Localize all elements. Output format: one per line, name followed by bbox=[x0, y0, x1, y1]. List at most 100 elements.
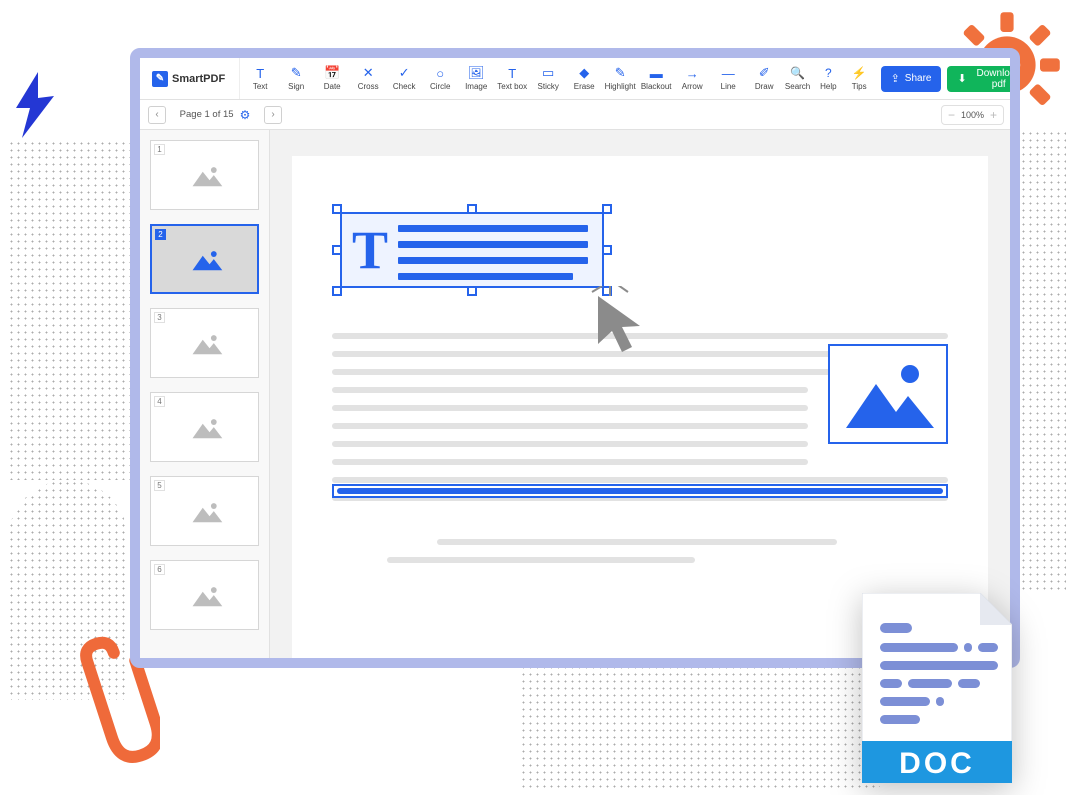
thumbnail[interactable]: 4 bbox=[150, 392, 259, 462]
tool-label: Sticky bbox=[538, 82, 559, 91]
help-icon: ? bbox=[825, 66, 832, 80]
dots-decoration bbox=[520, 650, 880, 790]
tool-textbox[interactable]: TText box bbox=[494, 58, 530, 99]
download-button[interactable]: ⬇ Download pdf bbox=[947, 66, 1020, 92]
textbox-icon: T bbox=[508, 66, 516, 80]
share-button-label: Share bbox=[905, 73, 932, 84]
resize-handle[interactable] bbox=[602, 286, 612, 296]
tool-draw[interactable]: ✐Draw bbox=[746, 58, 782, 99]
tool-label: Blackout bbox=[641, 82, 672, 91]
image-icon bbox=[190, 247, 220, 271]
image-icon: 🖼 bbox=[468, 66, 485, 80]
tips-tool[interactable]: ⚡ Tips bbox=[844, 66, 875, 91]
tool-erase[interactable]: ◆Erase bbox=[566, 58, 602, 99]
tool-arrow[interactable]: → Arrow bbox=[674, 58, 710, 99]
thumbnail[interactable]: 3 bbox=[150, 308, 259, 378]
tool-blackout[interactable]: ▬Blackout bbox=[638, 58, 674, 99]
tool-highlight[interactable]: ✎Highlight bbox=[602, 58, 638, 99]
search-icon: 🔍 bbox=[790, 66, 805, 80]
resize-handle[interactable] bbox=[332, 204, 342, 214]
image-icon bbox=[190, 331, 220, 355]
tool-label: Draw bbox=[755, 82, 774, 91]
tool-image[interactable]: 🖼 Image bbox=[458, 58, 494, 99]
check-icon: ✓ bbox=[399, 66, 410, 80]
tool-text[interactable]: T Text bbox=[242, 58, 278, 99]
toolbar-right: 🔍 Search ? Help ⚡ Tips ⇪ Share ⬇ Downloa… bbox=[782, 58, 1020, 99]
tool-check[interactable]: ✓ Check bbox=[386, 58, 422, 99]
text-lines bbox=[398, 221, 588, 280]
zoom-value: 100% bbox=[961, 110, 984, 120]
image-icon bbox=[190, 499, 220, 523]
sign-icon: ✎ bbox=[291, 66, 302, 80]
highlight-icon: ✎ bbox=[615, 66, 626, 80]
resize-handle[interactable] bbox=[602, 245, 612, 255]
tips-label: Tips bbox=[852, 82, 867, 91]
tool-label: Sign bbox=[288, 82, 304, 91]
zoom-out-button[interactable]: − bbox=[948, 108, 955, 122]
search-tool[interactable]: 🔍 Search bbox=[782, 66, 813, 91]
app-window: ✎ SmartPDF T Text ✎ Sign 📅 Date ✕ Cross ✓ Check ○C… bbox=[130, 48, 1020, 668]
workspace: 1 2 3 4 5 6 T bbox=[140, 130, 1010, 658]
resize-handle[interactable] bbox=[332, 245, 342, 255]
tools-group: T Text ✎ Sign 📅 Date ✕ Cross ✓ Check ○Circle 🖼 Image… bbox=[242, 58, 782, 99]
thumb-number: 2 bbox=[155, 229, 166, 240]
tool-sticky[interactable]: ▭ Sticky bbox=[530, 58, 566, 99]
thumbnail[interactable]: 5 bbox=[150, 476, 259, 546]
tool-label: Check bbox=[393, 82, 416, 91]
image-icon bbox=[190, 415, 220, 439]
tool-label: Text bbox=[253, 82, 268, 91]
resize-handle[interactable] bbox=[467, 286, 477, 296]
brand-logo-icon: ✎ bbox=[152, 71, 168, 87]
share-button[interactable]: ⇪ Share bbox=[881, 66, 942, 92]
zoom-control: − 100% + bbox=[941, 105, 1004, 125]
tool-label: Date bbox=[324, 82, 341, 91]
doc-label: DOC bbox=[899, 747, 975, 780]
tool-label: Image bbox=[465, 82, 487, 91]
next-page-button[interactable]: › bbox=[264, 106, 282, 124]
tool-label: Cross bbox=[358, 82, 379, 91]
thumbnail[interactable]: 1 bbox=[150, 140, 259, 210]
image-icon bbox=[190, 583, 220, 607]
gear-icon[interactable]: ⚙ bbox=[240, 108, 251, 122]
tool-label: Arrow bbox=[682, 82, 703, 91]
help-label: Help bbox=[820, 82, 836, 91]
brand: ✎ SmartPDF bbox=[148, 58, 240, 99]
search-label: Search bbox=[785, 82, 810, 91]
resize-handle[interactable] bbox=[332, 286, 342, 296]
thumbnail[interactable]: 6 bbox=[150, 560, 259, 630]
help-tool[interactable]: ? Help bbox=[813, 66, 844, 91]
erase-icon: ◆ bbox=[579, 66, 589, 80]
cross-icon: ✕ bbox=[363, 66, 374, 80]
text-icon: T bbox=[256, 66, 264, 80]
zoom-in-button[interactable]: + bbox=[990, 108, 997, 122]
sticky-icon: ▭ bbox=[542, 66, 554, 80]
tool-cross[interactable]: ✕ Cross bbox=[350, 58, 386, 99]
resize-handle[interactable] bbox=[602, 204, 612, 214]
thumbnail-rail: 1 2 3 4 5 6 bbox=[140, 130, 270, 658]
page-indicator: Page 1 of 15 bbox=[180, 109, 234, 120]
highlight-selection[interactable] bbox=[332, 484, 948, 498]
arrow-icon: → bbox=[686, 66, 699, 80]
canvas[interactable]: T bbox=[270, 130, 1010, 658]
selection-box[interactable]: T bbox=[332, 204, 612, 296]
download-icon: ⬇ bbox=[957, 72, 966, 85]
page-surface[interactable]: T bbox=[292, 156, 988, 658]
tool-sign[interactable]: ✎ Sign bbox=[278, 58, 314, 99]
image-icon bbox=[190, 163, 220, 187]
brand-name: SmartPDF bbox=[172, 73, 225, 85]
dropcap-icon: T bbox=[352, 223, 388, 277]
tool-date[interactable]: 📅 Date bbox=[314, 58, 350, 99]
prev-page-button[interactable]: ‹ bbox=[148, 106, 166, 124]
tool-circle[interactable]: ○Circle bbox=[422, 58, 458, 99]
resize-handle[interactable] bbox=[467, 204, 477, 214]
thumb-number: 5 bbox=[154, 480, 165, 491]
date-icon: 📅 bbox=[324, 66, 340, 80]
tool-line[interactable]: —Line bbox=[710, 58, 746, 99]
tips-icon: ⚡ bbox=[852, 66, 867, 80]
bolt-icon bbox=[10, 70, 60, 140]
image-placeholder[interactable] bbox=[828, 344, 948, 444]
share-icon: ⇪ bbox=[891, 72, 900, 85]
thumbnail[interactable]: 2 bbox=[150, 224, 259, 294]
text-block[interactable]: T bbox=[340, 212, 604, 288]
pager: ‹ Page 1 of 15 ⚙ › bbox=[146, 106, 282, 124]
